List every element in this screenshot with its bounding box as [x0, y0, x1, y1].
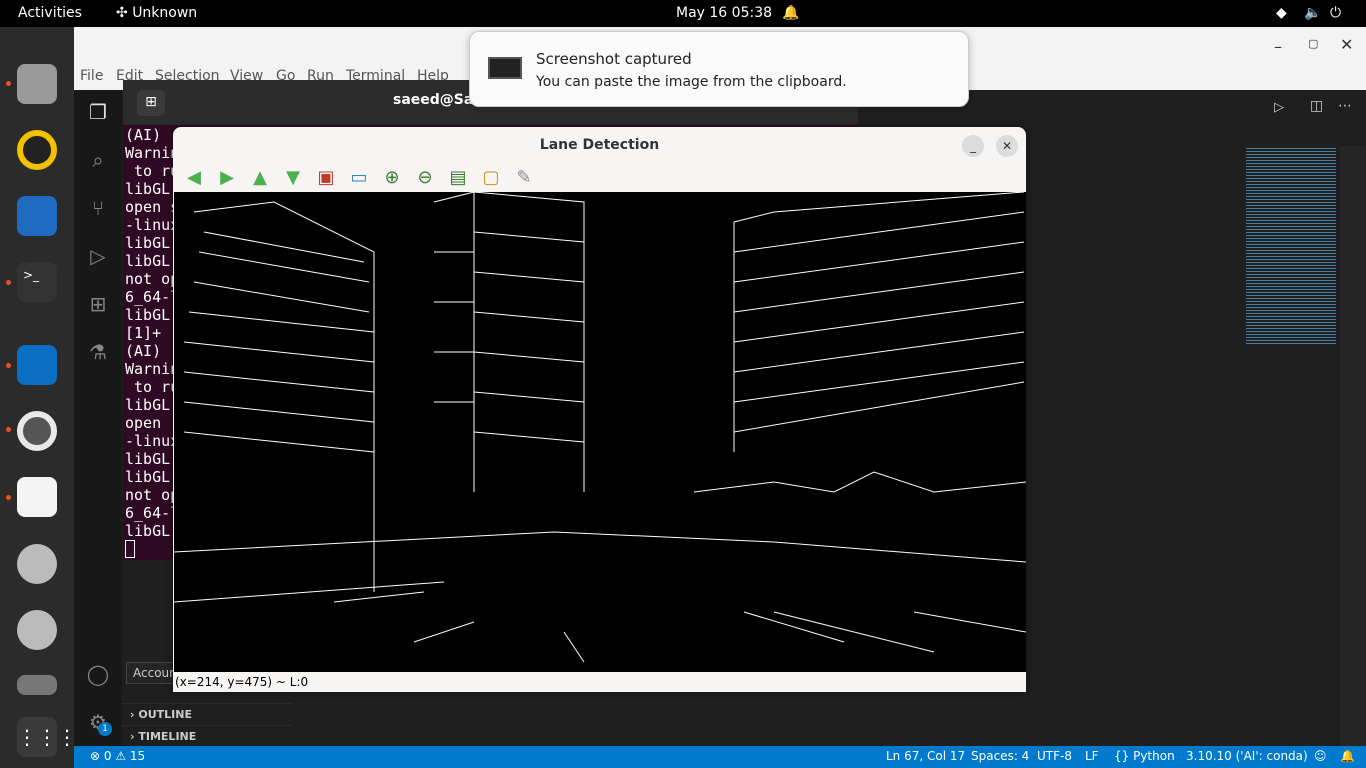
screenshot-notification[interactable]: Screenshot captured You can paste the im…: [469, 31, 969, 107]
notifications-icon[interactable]: 🔔: [1340, 749, 1355, 763]
settings-icon[interactable]: [17, 411, 57, 451]
window-title: Lane Detection: [539, 137, 660, 153]
toolbar: ◀ ▶ ▲ ▼ ▣ ▭ ⊕ ⊖ ▤ ▢ ✎: [173, 163, 1026, 192]
writer-icon[interactable]: [17, 196, 57, 236]
more-icon[interactable]: ⋯: [1338, 98, 1352, 114]
zoom-in-icon[interactable]: ⊕: [381, 167, 403, 189]
terminal-cursor: [125, 540, 135, 558]
clock[interactable]: May 16 05:38: [676, 5, 772, 21]
volume-icon[interactable]: 🔈: [1304, 5, 1321, 21]
scrollbar[interactable]: [1340, 146, 1366, 746]
edge-lines: [174, 192, 1026, 663]
minimize-button[interactable]: _: [962, 135, 984, 157]
drive-icon[interactable]: [17, 675, 57, 695]
python-interpreter[interactable]: 3.10.10 ('AI': conda): [1186, 749, 1308, 763]
close-button[interactable]: ✕: [996, 135, 1018, 157]
source-control-icon[interactable]: ⑂: [86, 196, 110, 220]
outline-section[interactable]: › OUTLINE: [122, 703, 292, 725]
zoom-out-icon[interactable]: ⊖: [414, 167, 436, 189]
running-indicator: [6, 363, 11, 368]
search-icon[interactable]: ⌕: [86, 148, 110, 172]
update-badge: 1: [98, 722, 112, 736]
extensions-icon[interactable]: ⊞: [86, 292, 110, 316]
testing-icon[interactable]: ⚗: [86, 340, 110, 364]
cursor-position[interactable]: Ln 67, Col 17: [886, 749, 965, 763]
problems-indicator[interactable]: ⊗ 0 ⚠ 15: [90, 749, 145, 763]
zoom-image-icon[interactable]: ▣: [315, 167, 337, 189]
feedback-icon[interactable]: ☺: [1314, 749, 1327, 763]
terminal-output[interactable]: (AI) Warnin to ru libGL open s -linux li…: [125, 126, 179, 540]
explorer-icon[interactable]: ❐: [86, 100, 110, 124]
save-icon[interactable]: ▤: [447, 167, 469, 189]
app-grid-icon[interactable]: ⋮⋮⋮: [17, 717, 77, 757]
wifi-icon[interactable]: ◆: [1276, 5, 1287, 21]
activities-button[interactable]: Activities: [18, 5, 82, 21]
building-center: [433, 192, 585, 492]
edge-image[interactable]: [174, 192, 1026, 672]
building-left: [183, 201, 375, 592]
pan-up-icon[interactable]: ▲: [249, 167, 271, 189]
new-tab-icon[interactable]: ⊞: [137, 90, 165, 116]
encoding[interactable]: UTF-8: [1037, 749, 1072, 763]
building-right: [733, 192, 1025, 452]
terminal-icon[interactable]: >_: [17, 262, 57, 302]
power-icon[interactable]: ⏻: [1330, 5, 1341, 21]
bell-icon: 🔔: [782, 5, 800, 21]
menu-file[interactable]: File: [80, 68, 103, 84]
pan-down-icon[interactable]: ▼: [282, 167, 304, 189]
horizon-edges: [174, 471, 1026, 563]
indentation[interactable]: Spaces: 4: [971, 749, 1029, 763]
disc-icon[interactable]: [17, 610, 57, 650]
dock: >_ ⋮⋮⋮: [0, 27, 77, 768]
coordinate-readout: (x=214, y=475) ~ L:0: [173, 672, 1026, 692]
close-icon[interactable]: ✕: [1340, 35, 1353, 54]
properties-icon[interactable]: ✎: [513, 167, 535, 189]
minimap[interactable]: [1246, 146, 1336, 346]
maximize-icon[interactable]: ▢: [1308, 37, 1318, 50]
screenshot-thumbnail-icon: [488, 57, 522, 79]
running-indicator: [6, 427, 11, 432]
disc-icon[interactable]: [17, 544, 57, 584]
app-menu[interactable]: ✣ Unknown: [116, 5, 197, 21]
files-icon[interactable]: [17, 64, 57, 104]
end-of-line[interactable]: LF: [1085, 749, 1099, 763]
outline-label: OUTLINE: [138, 708, 192, 721]
running-indicator: [6, 280, 11, 285]
pan-left-icon[interactable]: ◀: [183, 167, 205, 189]
running-indicator: [6, 81, 11, 86]
lane-detection-window: Lane Detection _ ✕ ◀ ▶ ▲ ▼ ▣ ▭ ⊕ ⊖ ▤ ▢ ✎…: [173, 127, 1026, 692]
timeline-section[interactable]: › TIMELINE: [122, 725, 292, 747]
notification-body: You can paste the image from the clipboa…: [536, 74, 847, 90]
split-editor-icon[interactable]: ◫: [1310, 98, 1323, 114]
copy-icon[interactable]: ▢: [480, 167, 502, 189]
running-indicator: [6, 495, 11, 500]
run-debug-icon[interactable]: ▷: [86, 244, 110, 268]
timeline-label: TIMELINE: [138, 730, 197, 743]
minimize-icon[interactable]: –: [1274, 37, 1282, 56]
vscode-icon[interactable]: [17, 345, 57, 385]
language-mode[interactable]: {} Python: [1114, 749, 1175, 763]
app-name: Unknown: [132, 5, 198, 21]
accounts-icon[interactable]: ◯: [86, 662, 110, 686]
lane-marks: [174, 581, 1026, 663]
run-icon[interactable]: ▷: [1274, 100, 1284, 115]
rhythmbox-icon[interactable]: [17, 130, 57, 170]
activity-bar: ❐ ⌕ ⑂ ▷ ⊞ ⚗ ◯ ⚙ 1: [74, 90, 122, 746]
accounts-tooltip: Accoun: [126, 662, 176, 684]
top-bar: Activities ✣ Unknown May 16 05:38 🔔 ◆ 🔈 …: [0, 0, 1366, 27]
text-editor-icon[interactable]: [17, 477, 57, 517]
zoom-fit-icon[interactable]: ▭: [348, 167, 370, 189]
status-bar: ⊗ 0 ⚠ 15 Ln 67, Col 17 Spaces: 4 UTF-8 L…: [74, 746, 1366, 768]
pan-right-icon[interactable]: ▶: [216, 167, 238, 189]
notification-title: Screenshot captured: [536, 50, 692, 68]
